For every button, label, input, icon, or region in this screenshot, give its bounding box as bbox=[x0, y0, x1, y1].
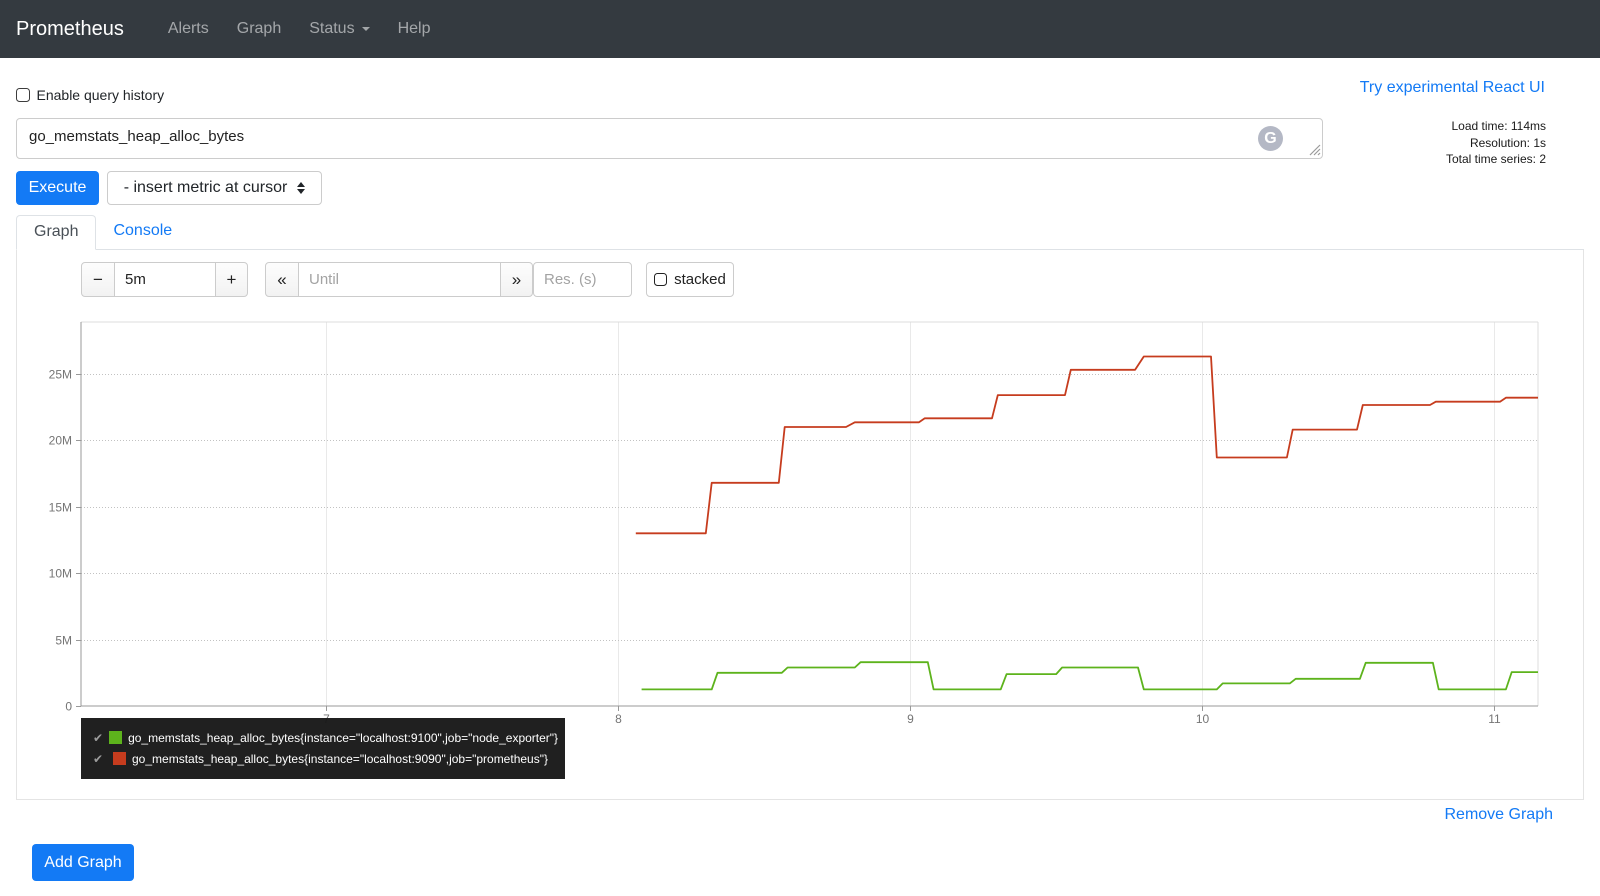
graph-legend: ✔ go_memstats_heap_alloc_bytes{instance="… bbox=[81, 718, 565, 779]
query-history-label: Enable query history bbox=[36, 87, 165, 103]
legend-color-swatch bbox=[109, 731, 123, 744]
tab-console[interactable]: Console bbox=[96, 215, 189, 249]
add-graph-button[interactable]: Add Graph bbox=[32, 844, 134, 881]
svg-text:11: 11 bbox=[1488, 712, 1501, 726]
remove-graph-link[interactable]: Remove Graph bbox=[1445, 806, 1554, 823]
remove-graph-row: Remove Graph bbox=[16, 806, 1584, 824]
query-history-checkbox[interactable] bbox=[16, 88, 30, 102]
execute-button[interactable]: Execute bbox=[16, 171, 99, 205]
navbar: Prometheus Alerts Graph Status Help bbox=[0, 0, 1600, 58]
nav-item-help[interactable]: Help bbox=[384, 20, 445, 38]
tab-bar: Graph Console bbox=[16, 215, 1584, 250]
grammarly-icon[interactable]: G bbox=[1258, 126, 1283, 151]
legend-check-icon: ✔ bbox=[93, 730, 104, 745]
graph-panel: − + « » stacked 789101105M10M15M20M25M ✔… bbox=[16, 250, 1584, 800]
legend-item[interactable]: ✔ go_memstats_heap_alloc_bytes{instance="… bbox=[93, 748, 553, 769]
caret-down-icon bbox=[361, 26, 370, 35]
nav-item-alerts[interactable]: Alerts bbox=[154, 20, 223, 38]
expression-input[interactable]: go_memstats_heap_alloc_bytes bbox=[16, 118, 1323, 159]
select-arrows-icon bbox=[297, 178, 306, 198]
svg-text:25M: 25M bbox=[49, 368, 72, 382]
svg-text:10: 10 bbox=[1196, 712, 1210, 726]
react-ui-link[interactable]: Try experimental React UI bbox=[1360, 79, 1545, 97]
svg-text:8: 8 bbox=[615, 712, 622, 726]
stat-total-series: Total time series: 2 bbox=[1445, 152, 1546, 166]
svg-text:10M: 10M bbox=[49, 567, 72, 581]
metric-select[interactable]: - insert metric at cursor bbox=[107, 171, 322, 205]
nav-item-status[interactable]: Status bbox=[295, 20, 383, 38]
brand-prometheus[interactable]: Prometheus bbox=[16, 18, 124, 41]
legend-item[interactable]: ✔ go_memstats_heap_alloc_bytes{instance="… bbox=[93, 727, 558, 748]
legend-check-icon: ✔ bbox=[93, 751, 104, 766]
main-content: Try experimental React UI Enable query h… bbox=[0, 58, 1600, 881]
legend-series-label: go_memstats_heap_alloc_bytes{instance="l… bbox=[128, 730, 559, 745]
graph-canvas[interactable]: 789101105M10M15M20M25M bbox=[17, 250, 1583, 730]
tab-graph[interactable]: Graph bbox=[16, 215, 97, 250]
query-stats: Load time: 114ms Resolution: 1s Total ti… bbox=[1446, 118, 1546, 168]
stat-load-time: Load time: 114ms bbox=[1451, 119, 1547, 133]
svg-text:0: 0 bbox=[65, 700, 72, 714]
legend-series-label: go_memstats_heap_alloc_bytes{instance="l… bbox=[132, 751, 548, 766]
legend-color-swatch bbox=[113, 752, 126, 765]
svg-text:15M: 15M bbox=[49, 501, 72, 515]
execute-row: Execute - insert metric at cursor bbox=[16, 171, 1584, 205]
expression-wrap: go_memstats_heap_alloc_bytes G bbox=[16, 118, 1323, 159]
query-history-row: Enable query history bbox=[16, 58, 1584, 103]
svg-text:5M: 5M bbox=[55, 634, 72, 648]
nav-item-graph[interactable]: Graph bbox=[223, 20, 295, 38]
resize-handle-icon[interactable] bbox=[1307, 142, 1321, 156]
svg-text:9: 9 bbox=[907, 712, 914, 726]
svg-text:20M: 20M bbox=[49, 434, 72, 448]
stat-resolution: Resolution: 1s bbox=[1469, 135, 1546, 150]
